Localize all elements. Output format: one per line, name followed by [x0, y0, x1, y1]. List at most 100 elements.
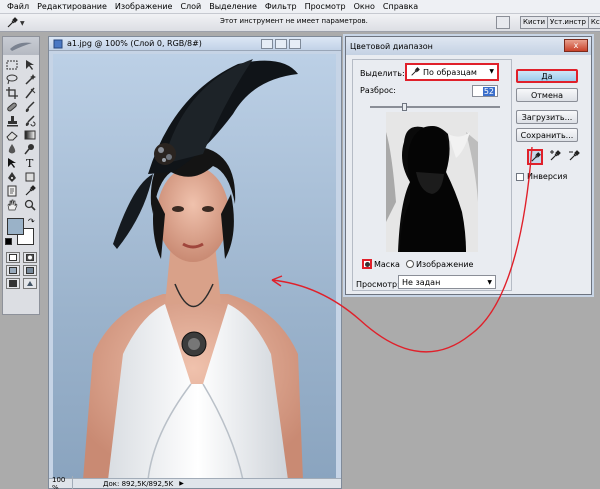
selection-preview-dropdown[interactable]: Не задан ▼ [398, 275, 496, 289]
save-button[interactable]: Сохранить... [516, 128, 578, 142]
menu-bar: Файл Редактирование Изображение Слой Выд… [0, 0, 600, 14]
palette-well-icon[interactable] [496, 16, 510, 29]
slice-tool[interactable] [22, 86, 38, 99]
brush-tool[interactable] [22, 100, 38, 113]
crop-tool[interactable] [4, 86, 20, 99]
subtract-from-sample-button[interactable] [568, 150, 581, 164]
dialog-titlebar[interactable]: Цветовой диапазон [346, 37, 591, 55]
add-to-sample-button[interactable] [549, 150, 562, 164]
eyedropper-button[interactable] [527, 149, 543, 165]
menu-select[interactable]: Выделение [205, 0, 261, 14]
minimize-button[interactable] [261, 39, 273, 49]
type-tool[interactable]: T [22, 156, 38, 169]
tab-brushes[interactable]: Кисти [520, 16, 548, 29]
menu-window[interactable]: Окно [350, 0, 379, 14]
close-button[interactable] [289, 39, 301, 49]
lasso-tool[interactable] [4, 72, 20, 85]
dodge-icon [24, 143, 34, 154]
move-tool[interactable] [22, 58, 38, 71]
menu-view[interactable]: Просмотр [301, 0, 350, 14]
color-swatches: ↷ [3, 216, 39, 250]
radio-image[interactable]: Изображение [405, 259, 474, 269]
path-selection-tool[interactable] [4, 156, 20, 169]
screen-mode-icon [25, 267, 34, 274]
lasso-icon [6, 74, 18, 84]
jump-to-imageready-button[interactable] [22, 278, 37, 289]
fuzziness-input[interactable]: 52 [472, 85, 498, 97]
document-window-controls [261, 39, 301, 49]
invert-checkbox[interactable]: Инверсия [516, 172, 567, 181]
jump-icon [26, 281, 33, 286]
foreground-color-swatch[interactable] [7, 218, 24, 235]
mask-preview[interactable] [386, 112, 478, 252]
dodge-tool[interactable] [22, 142, 38, 155]
menu-file[interactable]: Файл [3, 0, 33, 14]
gradient-icon [24, 130, 36, 139]
eyedropper-tool[interactable] [22, 184, 38, 197]
menu-help[interactable]: Справка [379, 0, 422, 14]
hand-tool[interactable] [4, 198, 20, 211]
toolbox: T ↷ [2, 36, 40, 315]
chevron-down-icon: ▼ [487, 279, 492, 286]
menu-edit[interactable]: Редактирование [33, 0, 111, 14]
quick-mask-button[interactable] [22, 252, 37, 263]
dialog-title: Цветовой диапазон [350, 41, 433, 51]
maximize-button[interactable] [275, 39, 287, 49]
options-bar: ▼ Этот инструмент не имеет параметров. К… [0, 14, 600, 32]
eraser-tool[interactable] [4, 128, 20, 141]
tool-preset-picker[interactable]: ▼ [6, 16, 30, 30]
magic-wand-tool[interactable] [22, 72, 38, 85]
drop-icon [8, 143, 16, 153]
rectangle-tool[interactable] [22, 170, 38, 183]
screen-mode-full-button[interactable] [5, 278, 20, 289]
zoom-tool[interactable] [22, 198, 38, 211]
panel-tabs: Кисти Уст.инстр Кс [520, 16, 600, 29]
select-label: Выделить: [360, 69, 405, 78]
notes-tool[interactable] [4, 184, 20, 197]
slider-thumb[interactable] [402, 103, 407, 111]
slider-track [370, 106, 500, 108]
magnifier-icon [24, 199, 36, 211]
menu-filter[interactable]: Фильтр [261, 0, 301, 14]
eraser-icon [6, 130, 18, 140]
options-message: Этот инструмент не имеет параметров. [220, 17, 368, 25]
image-canvas[interactable] [53, 54, 336, 480]
standard-mode-icon [8, 254, 17, 261]
path-arrow-icon [8, 157, 16, 168]
gradient-tool[interactable] [22, 128, 38, 141]
dialog-close-button[interactable]: x [564, 39, 588, 52]
toolbox-header[interactable] [3, 37, 39, 55]
status-menu-arrow-icon[interactable]: ▶ [179, 480, 184, 487]
select-dropdown[interactable]: По образцам ▼ [405, 63, 499, 81]
eyedropper-minus-icon [569, 150, 580, 161]
menu-image[interactable]: Изображение [111, 0, 177, 14]
pen-icon [8, 171, 16, 182]
screen-mode-standard-button[interactable] [5, 265, 20, 276]
history-brush-tool[interactable] [22, 114, 38, 127]
pen-tool[interactable] [4, 170, 20, 183]
magic-wand-icon [25, 73, 36, 85]
radio-mask[interactable]: Маска [362, 259, 400, 269]
cancel-button[interactable]: Отмена [516, 88, 578, 102]
bandage-icon [7, 102, 17, 111]
default-colors-icon[interactable] [5, 238, 12, 245]
screen-mode-menu-button[interactable] [22, 265, 37, 276]
document-title: a1.jpg @ 100% (Слой 0, RGB/8#) [67, 39, 202, 48]
tab-tool-presets[interactable]: Уст.инстр [547, 16, 589, 29]
radio-image-label: Изображение [415, 259, 474, 269]
fuzziness-slider[interactable] [370, 103, 500, 111]
load-button[interactable]: Загрузить... [516, 110, 578, 124]
ok-button[interactable]: Да [516, 69, 578, 83]
tool-grid: T [3, 55, 39, 214]
blur-tool[interactable] [4, 142, 20, 155]
clone-stamp-tool[interactable] [4, 114, 20, 127]
swap-colors-icon[interactable]: ↷ [28, 217, 35, 226]
eyedropper-plus-icon [550, 150, 561, 161]
menu-layer[interactable]: Слой [176, 0, 205, 14]
marquee-tool[interactable] [4, 58, 20, 71]
healing-brush-tool[interactable] [4, 100, 20, 113]
standard-mode-button[interactable] [5, 252, 20, 263]
chevron-down-icon: ▼ [20, 19, 25, 27]
tab-layer-comps[interactable]: Кс [587, 16, 600, 29]
zoom-level[interactable]: 100 % [49, 475, 73, 489]
